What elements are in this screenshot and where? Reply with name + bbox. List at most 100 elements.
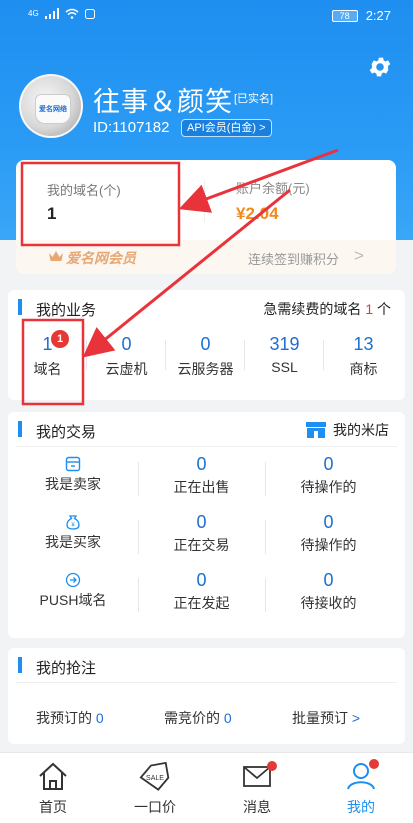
nav-label: 一口价 [134,799,176,815]
business-item-num: 1 [42,334,53,354]
trade-grid: 我是卖家 0 正在出售 0 待操作的 ¥ 我是买家 0 正在交易 0 待操作的 … [8,450,405,624]
sign-in-label[interactable]: 连续签到赚积分 [248,249,339,268]
money-bag-icon: ¥ [66,515,80,530]
status-time: 2:27 [365,8,391,23]
bid-item[interactable]: 需竞价的 0 [164,708,232,728]
chevron-right-icon: > [354,246,364,265]
nav-mine[interactable]: 我的 [326,759,396,817]
business-item-num: 13 [353,334,374,354]
reserved-item[interactable]: 我预订的 0 [36,708,104,728]
notification-dot [369,759,379,769]
trade-role-label: 我是买家 [45,534,101,550]
business-item-label: 域名 [33,361,62,377]
business-header: 我的业务 急需续费的域名 1 个 [8,290,405,324]
sale-tag-icon: SALE [139,761,170,791]
arrow-circle-icon [65,572,81,588]
battery-icon: 78 [331,9,358,22]
batch-reserve-link[interactable]: 批量预订 > [292,708,360,728]
trade-count: 0 [196,512,207,532]
my-shop-link[interactable]: 我的米店 [305,420,389,440]
trade-count-label: 正在交易 [173,537,230,553]
trade-count: 0 [196,454,207,474]
gear-icon[interactable] [367,54,393,80]
nav-fixed-price[interactable]: SALE 一口价 [120,759,190,817]
business-row: 1 1 域名 0 云虚机 0 云服务器 319 SSL 13 商标 [8,330,405,388]
bottom-nav: 首页 SALE 一口价 消息 我的 [0,752,413,823]
trade-count: 0 [323,512,334,532]
business-item-ssl[interactable]: 319 SSL [245,330,324,388]
grab-row: 我预订的 0 需竞价的 0 批量预订 > [8,698,405,738]
trade-row-seller: 我是卖家 0 正在出售 0 待操作的 [8,450,405,508]
avatar[interactable]: 爱名网络 [19,74,83,138]
my-domains-label: 我的域名(个) [47,183,121,198]
seller-pending-item[interactable]: 0 待操作的 [265,450,392,497]
trade-role-label: 我是卖家 [45,476,101,492]
urgent-prefix: 急需续费的域名 [263,301,362,317]
receiving-item[interactable]: 0 待接收的 [265,566,392,613]
trade-row-buyer: ¥ 我是买家 0 正在交易 0 待操作的 [8,508,405,566]
profile-name: 往事＆颜笑 [93,87,233,117]
nav-home[interactable]: 首页 [18,759,88,817]
business-section: 我的业务 急需续费的域名 1 个 1 1 域名 0 云虚机 0 云服务器 319… [8,290,405,400]
nav-label: 消息 [243,799,271,815]
member-label: 爱名网会员 [66,250,136,266]
mail-icon-wrap [239,759,277,793]
trading-item[interactable]: 0 正在交易 [138,508,265,555]
buyer-pending-item[interactable]: 0 待操作的 [265,508,392,555]
balance-label: 账户余额(元) [236,181,310,196]
svg-text:¥: ¥ [71,523,75,529]
vip-badge[interactable]: API会员(白金) > [181,119,272,137]
home-icon [39,762,67,790]
trade-count-label: 正在发起 [173,595,230,611]
user-id: ID:1107182 [93,119,170,136]
user-icon-wrap [343,759,379,793]
urgent-count: 1 [365,301,374,317]
bid-label: 需竞价的 [164,710,220,726]
section-accent-bar [18,657,22,673]
member-strip[interactable]: 爱名网会员 连续签到赚积分 > [16,240,396,274]
nav-label: 首页 [39,799,67,815]
unread-dot [267,761,277,771]
selling-item[interactable]: 0 正在出售 [138,450,265,497]
business-item-label: SSL [271,359,298,375]
status-right: 78 2:27 [331,8,391,23]
nav-label: 我的 [347,799,375,815]
business-item-label: 云服务器 [177,361,234,377]
crown-icon [49,251,63,261]
section-divider [16,446,397,447]
status-left: 4G [28,8,95,19]
app-notification-icon [84,8,95,19]
seller-button[interactable]: 我是卖家 [8,450,138,494]
trade-title: 我的交易 [36,424,97,441]
grab-header: 我的抢注 [8,648,405,683]
section-accent-bar [18,421,22,437]
trade-count-label: 正在出售 [173,479,230,495]
business-item-label: 云虚机 [105,361,148,377]
reserved-count: 0 [95,710,104,726]
trade-count: 0 [196,570,207,590]
business-item-vhost[interactable]: 0 云虚机 [87,330,166,388]
trade-count-label: 待接收的 [300,595,357,611]
business-item-num: 319 [269,334,300,354]
business-item-trademark[interactable]: 13 商标 [324,330,403,388]
initiating-item[interactable]: 0 正在发起 [138,566,265,613]
trade-header: 我的交易 我的米店 [8,412,405,447]
trade-role-label: PUSH域名 [39,592,107,608]
business-title: 我的业务 [36,302,97,319]
nav-messages[interactable]: 消息 [222,759,292,817]
domain-alert-badge: 1 [51,330,69,348]
section-divider [16,682,397,683]
business-item-domain[interactable]: 1 1 域名 [8,330,87,388]
balance-value[interactable]: ¥2.04 [236,204,279,224]
status-bar: 4G 78 2:27 [0,0,413,30]
shop-icon [65,456,81,472]
account-card: 我的域名(个) 1 账户余额(元) ¥2.04 爱名网会员 连续签到赚积分 > [16,160,396,274]
buyer-button[interactable]: ¥ 我是买家 [8,508,138,552]
trade-row-push: PUSH域名 0 正在发起 0 待接收的 [8,566,405,624]
push-domain-button[interactable]: PUSH域名 [8,566,138,610]
trade-count-label: 待操作的 [300,537,357,553]
batch-label: 批量预订 [292,710,348,726]
business-item-cloud-server[interactable]: 0 云服务器 [166,330,245,388]
my-domains-value[interactable]: 1 [47,204,56,224]
urgent-renewal[interactable]: 急需续费的域名 1 个 [263,299,391,319]
